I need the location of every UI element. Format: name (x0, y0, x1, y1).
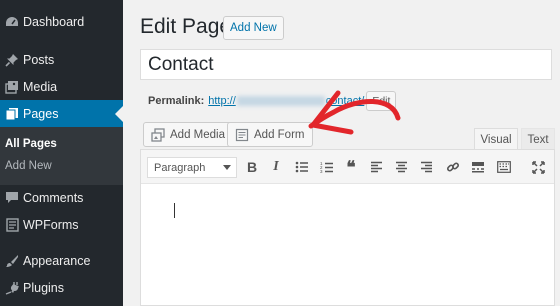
sidebar-item-wpforms[interactable]: WPForms (0, 211, 123, 238)
sidebar-item-label: Plugins (23, 280, 64, 295)
align-left-icon[interactable] (366, 157, 386, 177)
brush-icon (1, 252, 23, 270)
sidebar-item-label: Appearance (23, 253, 91, 268)
sidebar-item-label: Media (23, 79, 58, 94)
blockquote-icon[interactable]: ❝ (341, 157, 361, 177)
blockquote-glyph: ❝ (346, 157, 356, 177)
add-form-label: Add Form (254, 128, 305, 141)
submenu-item-all-pages[interactable]: All Pages (5, 138, 57, 150)
svg-text:3: 3 (320, 169, 323, 174)
sidebar-item-media[interactable]: Media (0, 73, 123, 100)
align-center-icon[interactable] (391, 157, 411, 177)
bold-icon[interactable]: B (242, 157, 262, 177)
sidebar-item-comments[interactable]: Comments (0, 184, 123, 211)
bulleted-list-icon[interactable] (292, 157, 312, 177)
sidebar-item-plugins[interactable]: Plugins (0, 274, 123, 301)
link-icon[interactable] (443, 157, 463, 177)
media-icon (1, 78, 23, 96)
tab-visual[interactable]: Visual (474, 128, 518, 150)
permalink-edit-button[interactable]: Edit (366, 91, 397, 111)
sidebar-item-dashboard[interactable]: Dashboard (0, 8, 123, 35)
editor-toolbar: Paragraph B I 123 ❝ (141, 150, 554, 184)
content-editor: Paragraph B I 123 ❝ (140, 149, 555, 306)
sidebar-item-pages[interactable]: Pages (0, 100, 123, 127)
post-title-input[interactable]: Contact (140, 49, 552, 80)
sidebar-item-label: Dashboard (23, 14, 85, 29)
bold-glyph: B (246, 159, 258, 175)
align-right-icon[interactable] (416, 157, 436, 177)
sidebar-item-label: Posts (23, 52, 55, 67)
permalink-redacted-domain (236, 96, 325, 106)
sidebar-item-posts[interactable]: Posts (0, 46, 123, 73)
form-icon (235, 128, 249, 142)
permalink-row: Permalink: http:// contact/ Edit (148, 91, 397, 111)
format-select[interactable]: Paragraph (147, 157, 237, 178)
permalink-slug[interactable]: contact/ (326, 95, 365, 107)
dashboard-icon (1, 13, 23, 31)
submenu-item-add-new[interactable]: Add New (5, 160, 52, 172)
pin-icon (1, 51, 23, 69)
sidebar-item-label: WPForms (23, 217, 79, 232)
italic-glyph: I (273, 159, 279, 174)
editor-content-area[interactable] (141, 185, 554, 305)
sidebar-item-appearance[interactable]: Appearance (0, 247, 123, 274)
media-icon (151, 127, 165, 142)
pages-submenu: All Pages Add New (0, 127, 123, 185)
comment-icon (1, 189, 23, 207)
permalink-label: Permalink: (148, 95, 205, 107)
sidebar-item-label: Pages (23, 106, 59, 121)
text-cursor (174, 203, 175, 218)
toolbar-toggle-icon[interactable] (494, 157, 514, 177)
chevron-down-icon (223, 165, 231, 170)
tab-text[interactable]: Text (521, 128, 555, 150)
add-form-button[interactable]: Add Form (227, 122, 313, 147)
add-media-button[interactable]: Add Media (143, 122, 233, 147)
sidebar-item-label: Comments (23, 190, 84, 205)
add-media-label: Add Media (170, 128, 225, 141)
page-title: Edit Page (140, 15, 232, 38)
fullscreen-icon[interactable] (528, 157, 548, 177)
read-more-icon[interactable] (468, 157, 488, 177)
form-icon (1, 216, 23, 234)
italic-icon[interactable]: I (266, 157, 286, 177)
admin-sidebar: Dashboard Posts Media Pages All Pages Ad… (0, 0, 123, 306)
pages-icon (1, 105, 23, 123)
add-new-button[interactable]: Add New (223, 16, 284, 40)
active-menu-pointer (115, 106, 123, 122)
permalink-url-prefix[interactable]: http:// (208, 95, 236, 107)
numbered-list-icon[interactable]: 123 (317, 157, 337, 177)
format-select-value: Paragraph (154, 161, 206, 174)
plug-icon (1, 279, 23, 297)
